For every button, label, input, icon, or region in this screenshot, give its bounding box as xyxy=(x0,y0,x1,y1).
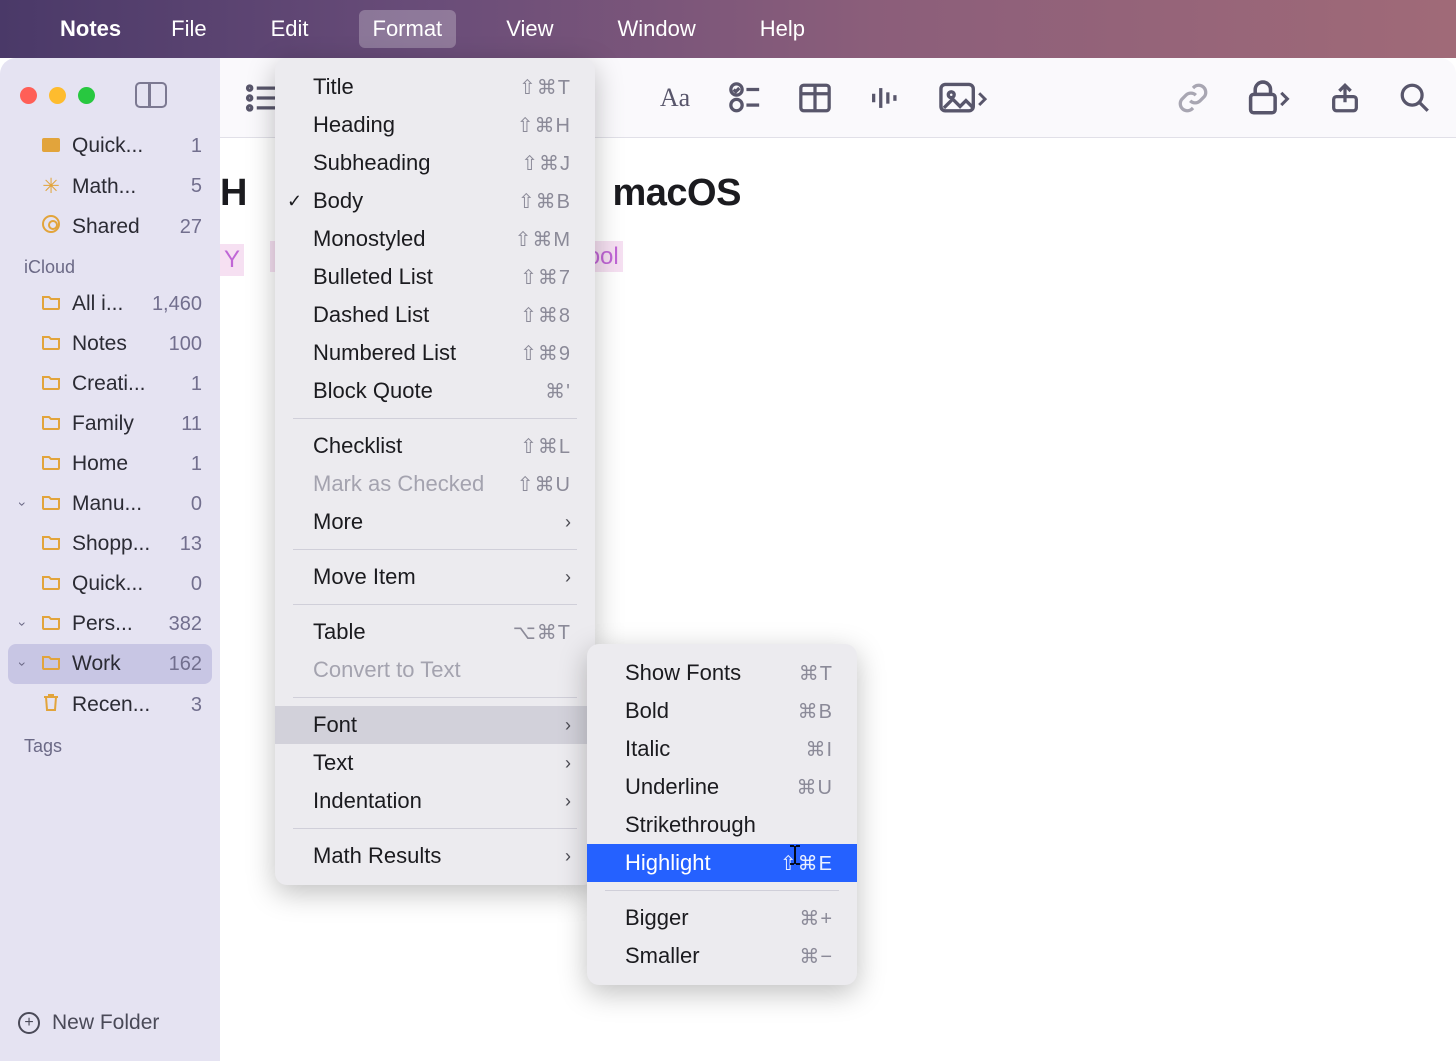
check-icon: ✓ xyxy=(287,191,302,212)
quicknotes-icon xyxy=(40,134,62,158)
media-icon[interactable] xyxy=(938,83,988,113)
font-item-italic[interactable]: Italic⌘I xyxy=(587,730,857,768)
text-cursor-icon xyxy=(787,844,803,866)
list-view-icon[interactable] xyxy=(244,83,278,113)
sidebar-folder-6[interactable]: Shopp...13 xyxy=(8,524,212,564)
format-item-monostyled[interactable]: Monostyled⇧⌘M xyxy=(275,220,595,258)
font-submenu: Show Fonts⌘TBold⌘BItalic⌘IUnderline⌘UStr… xyxy=(587,644,857,985)
format-item-indentation[interactable]: Indentation› xyxy=(275,782,595,820)
sidebar-folder-9[interactable]: ›Work162 xyxy=(8,644,212,684)
link-icon[interactable] xyxy=(1176,83,1210,113)
format-item-numbered-list[interactable]: Numbered List⇧⌘9 xyxy=(275,334,595,372)
format-item-move-item[interactable]: Move Item› xyxy=(275,558,595,596)
font-item-show-fonts[interactable]: Show Fonts⌘T xyxy=(587,654,857,692)
shared-icon xyxy=(40,215,62,239)
folder-icon xyxy=(40,572,62,596)
menu-view[interactable]: View xyxy=(492,10,567,48)
window-controls xyxy=(0,72,220,126)
format-item-checklist[interactable]: Checklist⇧⌘L xyxy=(275,427,595,465)
format-menu: Title⇧⌘THeading⇧⌘HSubheading⇧⌘J✓Body⇧⌘BM… xyxy=(275,58,595,885)
menu-format[interactable]: Format xyxy=(359,10,457,48)
menu-edit[interactable]: Edit xyxy=(257,10,323,48)
sidebar-folder-4[interactable]: Home1 xyxy=(8,444,212,484)
checklist-icon[interactable] xyxy=(728,83,762,113)
format-item-text[interactable]: Text› xyxy=(275,744,595,782)
sidebar-folder-0[interactable]: All i...1,460 xyxy=(8,284,212,324)
share-icon[interactable] xyxy=(1328,83,1362,113)
audio-icon[interactable] xyxy=(868,83,902,113)
app-name[interactable]: Notes xyxy=(60,16,121,42)
sidebar-section-icloud[interactable]: iCloud xyxy=(8,247,212,284)
sidebar-folder-3[interactable]: Family11 xyxy=(8,404,212,444)
plus-icon: + xyxy=(18,1012,40,1034)
sidebar-section-tags[interactable]: Tags xyxy=(8,726,212,763)
menu-file[interactable]: File xyxy=(157,10,220,48)
sidebar-folder-1[interactable]: Notes100 xyxy=(8,324,212,364)
folder-icon xyxy=(40,652,62,676)
folder-icon xyxy=(40,332,62,356)
font-item-smaller[interactable]: Smaller⌘− xyxy=(587,937,857,975)
chevron-right-icon: › xyxy=(565,753,571,774)
new-folder-button[interactable]: + New Folder xyxy=(0,999,220,1047)
disclosure-icon[interactable]: › xyxy=(15,617,31,631)
sidebar-list[interactable]: Quick... 1 ✳︎ Math... 5 Shared 27 iCloud… xyxy=(0,126,220,999)
chevron-right-icon: › xyxy=(565,846,571,867)
toggle-sidebar-icon[interactable] xyxy=(135,82,167,108)
sidebar: Quick... 1 ✳︎ Math... 5 Shared 27 iCloud… xyxy=(0,58,220,1061)
chevron-right-icon: › xyxy=(565,567,571,588)
font-item-bold[interactable]: Bold⌘B xyxy=(587,692,857,730)
format-item-font[interactable]: Font› xyxy=(275,706,595,744)
format-item-dashed-list[interactable]: Dashed List⇧⌘8 xyxy=(275,296,595,334)
folder-icon xyxy=(40,492,62,516)
math-icon: ✳︎ xyxy=(40,174,62,199)
text-style-icon[interactable]: Aa xyxy=(658,83,692,113)
lock-icon[interactable] xyxy=(1246,83,1292,113)
folder-icon xyxy=(40,412,62,436)
menubar: Notes File Edit Format View Window Help xyxy=(0,0,1456,58)
trash-icon xyxy=(40,692,62,718)
sidebar-folder-7[interactable]: Quick...0 xyxy=(8,564,212,604)
sidebar-item-shared[interactable]: Shared 27 xyxy=(8,207,212,247)
format-item-title[interactable]: Title⇧⌘T xyxy=(275,68,595,106)
zoom-window-button[interactable] xyxy=(78,87,95,104)
folder-icon xyxy=(40,372,62,396)
menu-window[interactable]: Window xyxy=(603,10,709,48)
format-item-heading[interactable]: Heading⇧⌘H xyxy=(275,106,595,144)
format-item-convert-to-text: Convert to Text xyxy=(275,651,595,689)
format-item-bulleted-list[interactable]: Bulleted List⇧⌘7 xyxy=(275,258,595,296)
close-window-button[interactable] xyxy=(20,87,37,104)
format-item-more[interactable]: More› xyxy=(275,503,595,541)
font-item-highlight[interactable]: Highlight⇧⌘E xyxy=(587,844,857,882)
sidebar-folder-8[interactable]: ›Pers...382 xyxy=(8,604,212,644)
format-item-body[interactable]: ✓Body⇧⌘B xyxy=(275,182,595,220)
folder-icon xyxy=(40,452,62,476)
sidebar-folder-10[interactable]: Recen...3 xyxy=(8,684,212,726)
sidebar-folder-5[interactable]: ›Manu...0 xyxy=(8,484,212,524)
chevron-right-icon: › xyxy=(565,791,571,812)
font-item-strikethrough[interactable]: Strikethrough xyxy=(587,806,857,844)
chevron-right-icon: › xyxy=(565,715,571,736)
format-item-table[interactable]: Table⌥⌘T xyxy=(275,613,595,651)
sidebar-item-math[interactable]: ✳︎ Math... 5 xyxy=(8,166,212,207)
folder-icon xyxy=(40,532,62,556)
format-item-math-results[interactable]: Math Results› xyxy=(275,837,595,875)
disclosure-icon[interactable]: › xyxy=(15,657,31,671)
menu-help[interactable]: Help xyxy=(746,10,819,48)
folder-icon xyxy=(40,292,62,316)
table-icon[interactable] xyxy=(798,83,832,113)
format-item-block-quote[interactable]: Block Quote⌘' xyxy=(275,372,595,410)
minimize-window-button[interactable] xyxy=(49,87,66,104)
format-item-mark-as-checked: Mark as Checked⇧⌘U xyxy=(275,465,595,503)
font-item-bigger[interactable]: Bigger⌘+ xyxy=(587,899,857,937)
font-item-underline[interactable]: Underline⌘U xyxy=(587,768,857,806)
disclosure-icon[interactable]: › xyxy=(15,497,31,511)
sidebar-folder-2[interactable]: Creati...1 xyxy=(8,364,212,404)
sidebar-item-quicknotes[interactable]: Quick... 1 xyxy=(8,126,212,166)
folder-icon xyxy=(40,612,62,636)
format-item-subheading[interactable]: Subheading⇧⌘J xyxy=(275,144,595,182)
search-icon[interactable] xyxy=(1398,83,1432,113)
chevron-right-icon: › xyxy=(565,512,571,533)
